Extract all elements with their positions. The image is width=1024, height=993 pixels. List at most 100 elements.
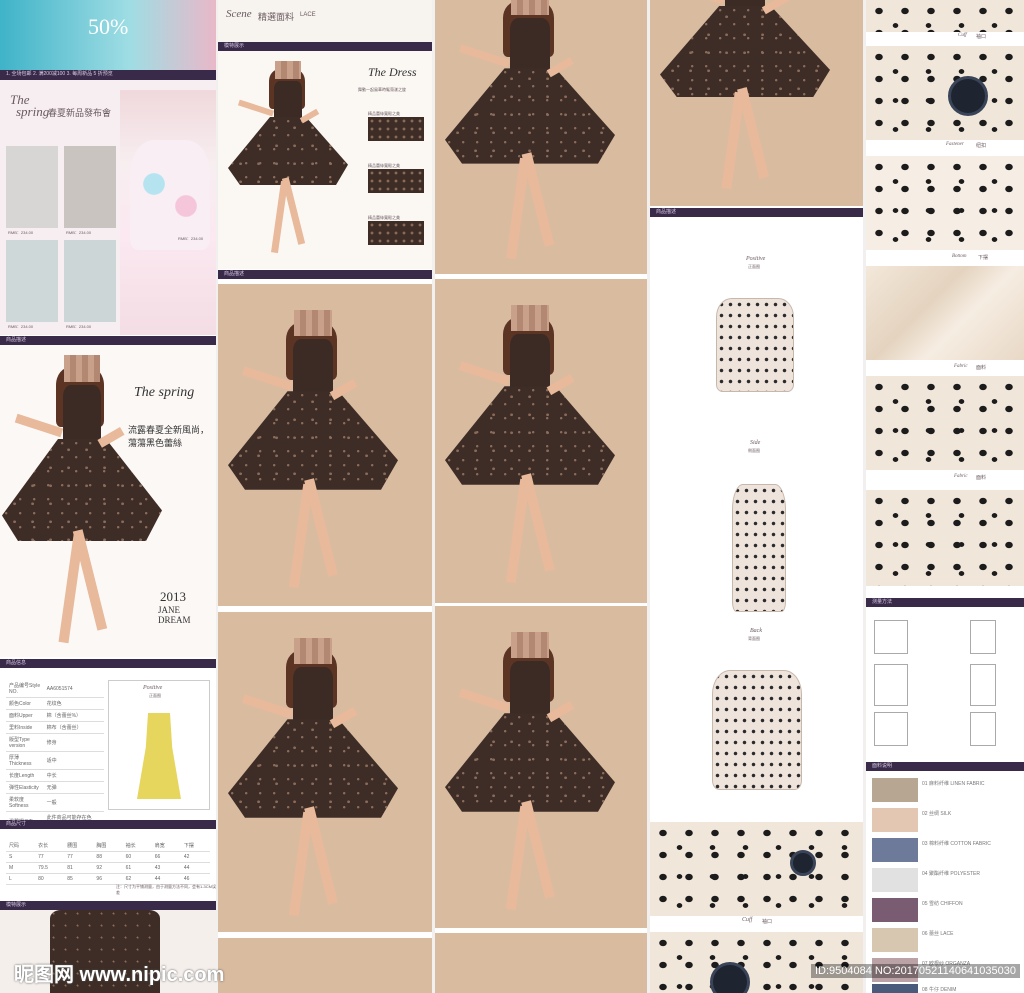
- info-value: 中长: [43, 769, 104, 782]
- info-panel: 产品编号Style NO. AA6051574 颜色Color 花纹色 面料Upper 棉…: [0, 670, 216, 831]
- section-bar-description-2: 商品描述: [218, 270, 432, 279]
- measure-diagram-3: [874, 712, 908, 746]
- view-label-side: Side: [750, 440, 761, 446]
- view-label-positive: Positive: [746, 256, 766, 262]
- detail-label-bottom: Bottom: [952, 254, 967, 259]
- spring-panel: The spring 流露春夏全新風尚，蕩蕩黑色蕾絲 2013 JANE DRE…: [0, 345, 216, 657]
- jane-label: JANE: [158, 605, 180, 615]
- coat-button: [790, 850, 816, 876]
- size-cell: 46: [180, 873, 210, 885]
- measure-diagram-5: [970, 664, 996, 706]
- model-photo-2: [218, 612, 432, 932]
- detail-label-fastener-cn: 纽扣: [976, 143, 987, 149]
- fastener-button: [948, 76, 988, 116]
- detail-fastener: [866, 46, 1024, 140]
- info-table: 产品编号Style NO. AA6051574 颜色Color 花纹色 面料Upper 棉…: [6, 680, 104, 831]
- info-key: 厚薄Thickness: [6, 751, 44, 770]
- model-figure: [445, 0, 615, 270]
- dress-sub: 舞動一起風華時髦蕩漾之旋: [358, 87, 406, 92]
- model-figure: [228, 310, 398, 600]
- size-row: S 77 77 88 60 66 42: [6, 851, 210, 863]
- coat-button: [710, 962, 750, 993]
- detail-label-cuff: Cuff: [958, 33, 967, 38]
- column-2: Scene 精選面料 LACE 模特展示 The Dress 舞動一起風華時髦蕩…: [218, 0, 432, 993]
- size-table: 尺码 衣长 腰围 胸围 袖长 肩宽 下摆 S 77 77 88 60 66 42 M 79.5 81 92 61 43…: [6, 840, 210, 885]
- dress-title: The Dress: [368, 65, 417, 79]
- measure-diagram-2: [874, 664, 908, 706]
- price-3: RMB：234.00: [8, 324, 34, 329]
- model-photo-5: [435, 279, 647, 603]
- spring-cn: 流露春夏全新風尚，蕩蕩黑色蕾絲: [128, 425, 210, 448]
- model-figure: [445, 632, 615, 922]
- size-header: 衣长: [35, 840, 65, 852]
- product-thumb-3[interactable]: [6, 240, 58, 322]
- section-bar-description: 商品描述: [0, 336, 216, 345]
- product-thumb-2[interactable]: [64, 146, 116, 228]
- fabric-item-8: 08 牛仔 DENIM: [922, 987, 957, 993]
- measure-diagram-4: [970, 620, 996, 654]
- coat-back: [712, 670, 802, 790]
- size-cell: 77: [35, 851, 65, 863]
- fabric-swatch-3: [872, 838, 918, 862]
- scene-header: Scene 精選面料 LACE: [218, 0, 432, 42]
- model-figure: [228, 638, 398, 928]
- model-figure: [228, 61, 348, 261]
- size-cell: 43: [151, 862, 181, 874]
- price-1: RMB：234.00: [8, 230, 34, 235]
- detail-label-bottom-cn: 下摆: [978, 255, 989, 261]
- image-id-tag: ID:9504084 NO:20170521140641035030: [810, 964, 1020, 978]
- detail-label-fabric-2-cn: 面料: [976, 475, 987, 481]
- fabric-item-2: 02 丝绸 SILK: [922, 811, 952, 817]
- cuff-detail: [650, 822, 863, 916]
- model-photo-1: [218, 284, 432, 606]
- lace-swatch-1: [368, 117, 424, 141]
- size-cell: 85: [64, 873, 94, 885]
- size-header: 下摆: [180, 840, 210, 852]
- info-row: 颜色Color 花纹色: [6, 697, 104, 710]
- section-bar-size: 商品尺寸: [0, 820, 216, 829]
- brand-title: spring: [16, 104, 50, 119]
- section-bar-measure: 测量方法: [866, 598, 1024, 607]
- size-panel: 尺码 衣长 腰围 胸围 袖长 肩宽 下摆 S 77 77 88 60 66 42 M 79.5 81 92 61 43…: [0, 830, 216, 900]
- size-cell: 80: [35, 873, 65, 885]
- model-photo-7: [435, 933, 647, 993]
- info-row: 厚薄Thickness 适中: [6, 751, 104, 770]
- model-photo-6: [435, 606, 647, 928]
- info-row: 里料Inside 棉布（含蕾丝）: [6, 721, 104, 734]
- big-price: RMB：234.00: [178, 236, 204, 241]
- product-thumb-1[interactable]: [6, 146, 58, 228]
- info-key: 里料Inside: [6, 721, 44, 734]
- size-cell: 60: [122, 851, 152, 863]
- size-cell: 81: [64, 862, 94, 874]
- detail-label-fabric-1-cn: 面料: [976, 365, 987, 371]
- section-bar-model: 模特展示: [0, 901, 216, 910]
- lace-swatch-3: [368, 221, 424, 245]
- promo-bar: 1. 全场包邮 2. 满200减100 3. 每周新品 5 折预览: [0, 70, 216, 80]
- size-cell: 88: [93, 851, 123, 863]
- product-thumb-4[interactable]: [64, 240, 116, 322]
- size-row: L 80 85 96 62 44 46: [6, 873, 210, 885]
- info-row: 版型Type version 修身: [6, 733, 104, 752]
- preview-label-cn: 正面图: [149, 693, 161, 698]
- floral-dress: [130, 140, 210, 250]
- product-preview: Positive 正面图: [108, 680, 210, 810]
- fabric-item-6: 06 蕾丝 LACE: [922, 931, 954, 937]
- info-key: 弹性Elasticity: [6, 781, 44, 794]
- model-photo-3: [218, 938, 432, 993]
- fabric-swatch-4: [872, 868, 918, 892]
- fabric-swatch-5: [872, 898, 918, 922]
- view-label-back-cn: 背面图: [748, 636, 760, 641]
- fabric-item-5: 05 雪纺 CHIFFON: [922, 901, 963, 907]
- sale-text: 50%: [88, 14, 129, 39]
- cuff-label-cn: 袖口: [762, 919, 773, 925]
- info-value: 修身: [43, 733, 104, 752]
- size-cell: 44: [180, 862, 210, 874]
- size-header: 腰围: [64, 840, 94, 852]
- fabric-swatch-6: [872, 928, 918, 952]
- info-key: 产品编号Style NO.: [6, 680, 44, 698]
- info-key: 颜色Color: [6, 697, 44, 710]
- dream-label: DREAM: [158, 615, 191, 625]
- size-cell: 96: [93, 873, 123, 885]
- detail-label-fabric-2: Fabric: [954, 474, 968, 479]
- info-row: 柔软度Softness 一般: [6, 793, 104, 812]
